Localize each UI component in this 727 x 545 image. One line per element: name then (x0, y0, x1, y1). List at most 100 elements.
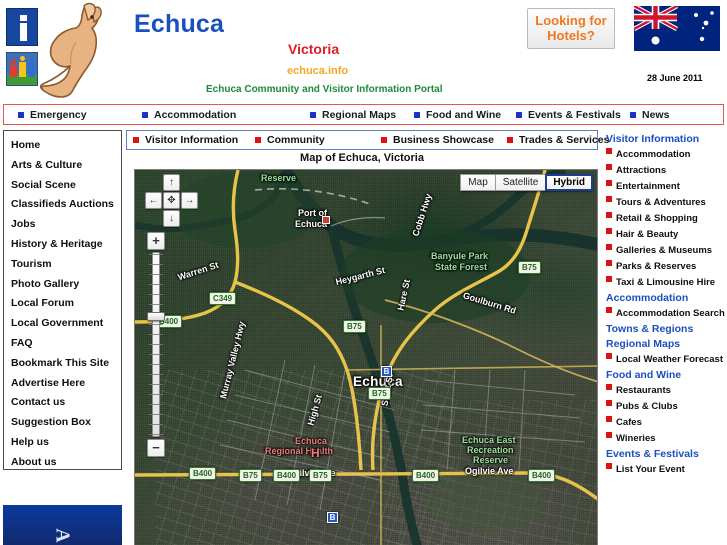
topnav-item-regional-maps[interactable]: Regional Maps (310, 109, 396, 121)
right-sidebar-item-tours-adventures[interactable]: Tours & Adventures (602, 195, 727, 210)
topnav-item-food-and-wine[interactable]: Food and Wine (414, 109, 501, 121)
tab-bullet-icon (507, 137, 513, 143)
page-root: Echuca Victoria echuca.info Echuca Commu… (0, 0, 727, 545)
sidebar-item-contact-us[interactable]: Contact us (11, 393, 121, 413)
right-sidebar-bullet-icon (606, 384, 612, 390)
sidebar-item-about-us[interactable]: About us (11, 453, 121, 473)
right-sidebar-item-label: Galleries & Museums (616, 245, 713, 256)
route-shield: B75 (239, 469, 262, 482)
sidebar-item-jobs[interactable]: Jobs (11, 215, 121, 235)
community-people-icon (6, 52, 38, 86)
right-sidebar-item-label: Accommodation Search (616, 308, 725, 319)
right-sidebar-item-list-your-event[interactable]: List Your Event (602, 462, 727, 477)
tab-label: Trades & Services (519, 134, 610, 146)
topnav-item-label: Regional Maps (322, 108, 397, 121)
sidebar-item-photo-gallery[interactable]: Photo Gallery (11, 275, 121, 295)
right-sidebar-item-hair-beauty[interactable]: Hair & Beauty (602, 227, 727, 242)
map-canvas[interactable]: Reserve Port of Echuca Banyule Park Stat… (134, 169, 598, 545)
sidebar-item-local-forum[interactable]: Local Forum (11, 294, 121, 314)
nav-bullet-icon (310, 111, 316, 118)
right-sidebar-item-label: Entertainment (616, 181, 680, 192)
sidebar-item-advertise-here[interactable]: Advertise Here (11, 374, 121, 394)
map-poi-marker[interactable] (322, 216, 330, 224)
sidebar-item-suggestion-box[interactable]: Suggestion Box (11, 413, 121, 433)
right-sidebar-item-galleries-museums[interactable]: Galleries & Museums (602, 243, 727, 258)
map-type-map[interactable]: Map (460, 174, 496, 191)
right-sidebar-item-retail-shopping[interactable]: Retail & Shopping (602, 211, 727, 226)
right-sidebar-item-accommodation[interactable]: Accommodation (602, 147, 727, 162)
right-sidebar-bullet-icon (606, 276, 612, 282)
topnav-item-label: Events & Festivals (528, 108, 621, 121)
left-sidebar-ad-banner[interactable]: A (3, 505, 122, 545)
right-sidebar-item-label: Retail & Shopping (616, 213, 698, 224)
looking-for-hotels-button[interactable]: Looking for Hotels? (527, 8, 615, 49)
right-sidebar-heading-towns-regions[interactable]: Towns & Regions (606, 322, 727, 336)
sidebar-item-faq[interactable]: FAQ (11, 334, 121, 354)
sidebar-item-tourism[interactable]: Tourism (11, 255, 121, 275)
map-pan-controls: ↑ ← ✥ → ↓ (145, 174, 198, 227)
topnav-item-accommodation[interactable]: Accommodation (142, 109, 236, 121)
route-shield: B400 (412, 469, 440, 482)
right-sidebar-bullet-icon (606, 260, 612, 266)
tab-bullet-icon (381, 137, 387, 143)
right-sidebar-item-pubs-clubs[interactable]: Pubs & Clubs (602, 399, 727, 414)
zoom-slider-handle[interactable] (147, 312, 165, 321)
zoom-in-button[interactable]: + (147, 232, 165, 250)
right-sidebar-item-taxi-limousine-hire[interactable]: Taxi & Limousine Hire (602, 275, 727, 290)
right-sidebar: Visitor Information Accommodation Attracti… (602, 132, 727, 545)
tab-community[interactable]: Community (255, 134, 325, 146)
right-sidebar-heading-food-and-wine[interactable]: Food and Wine (606, 368, 727, 382)
map-type-satellite[interactable]: Satellite (494, 174, 547, 191)
sidebar-item-help-us[interactable]: Help us (11, 433, 121, 453)
right-sidebar-item-accommodation-search[interactable]: Accommodation Search (602, 306, 727, 321)
right-sidebar-heading-accommodation[interactable]: Accommodation (606, 291, 727, 305)
right-sidebar-bullet-icon (606, 463, 612, 469)
center-map-button[interactable]: ✥ (163, 192, 180, 209)
sidebar-item-social-scene[interactable]: Social Scene (11, 176, 121, 196)
nav-bullet-icon (414, 111, 420, 118)
right-sidebar-item-parks-reserves[interactable]: Parks & Reserves (602, 259, 727, 274)
nav-bullet-icon (630, 111, 636, 118)
nav-bullet-icon (142, 111, 148, 118)
pan-up-button[interactable]: ↑ (163, 174, 180, 191)
sidebar-item-classifieds-auctions[interactable]: Classifieds Auctions (11, 195, 121, 215)
sidebar-item-home[interactable]: Home (11, 136, 121, 156)
topnav-item-events-festivals[interactable]: Events & Festivals (516, 109, 621, 121)
tab-business-showcase[interactable]: Business Showcase (381, 134, 494, 146)
content-tab-bar: Visitor Information Community Business Sho… (126, 130, 609, 150)
right-sidebar-item-label: List Your Event (616, 464, 685, 475)
sidebar-item-arts-culture[interactable]: Arts & Culture (11, 156, 121, 176)
map-poi-bus-marker[interactable]: B (381, 366, 392, 377)
information-icon (6, 8, 38, 46)
right-sidebar-item-cafes[interactable]: Cafes (602, 415, 727, 430)
sidebar-item-local-government[interactable]: Local Government (11, 314, 121, 334)
header-date: 28 June 2011 (647, 73, 703, 83)
right-sidebar-item-restaurants[interactable]: Restaurants (602, 383, 727, 398)
zoom-out-button[interactable]: − (147, 439, 165, 457)
right-sidebar-item-label: Hair & Beauty (616, 229, 679, 240)
right-sidebar-heading-regional-maps[interactable]: Regional Maps (606, 337, 727, 351)
right-sidebar-item-local-weather-forecast[interactable]: Local Weather Forecast (602, 352, 727, 367)
pan-left-button[interactable]: ← (145, 192, 162, 209)
tab-trades-services[interactable]: Trades & Services (507, 134, 609, 146)
tab-label: Community (267, 134, 325, 146)
right-sidebar-item-label: Restaurants (616, 385, 671, 396)
site-title[interactable]: Echuca (134, 10, 224, 39)
right-sidebar-bullet-icon (606, 432, 612, 438)
right-sidebar-item-wineries[interactable]: Wineries (602, 431, 727, 446)
sidebar-item-bookmark-this-site[interactable]: Bookmark This Site (11, 354, 121, 374)
sidebar-item-history-heritage[interactable]: History & Heritage (11, 235, 121, 255)
pan-down-button[interactable]: ↓ (163, 210, 180, 227)
route-shield: B400 (273, 469, 301, 482)
zoom-slider-ticks (149, 254, 163, 435)
right-sidebar-heading-visitor-information[interactable]: Visitor Information (606, 132, 727, 146)
topnav-item-emergency[interactable]: Emergency (18, 109, 87, 121)
right-sidebar-item-attractions[interactable]: Attractions (602, 163, 727, 178)
right-sidebar-item-entertainment[interactable]: Entertainment (602, 179, 727, 194)
topnav-item-news[interactable]: News (630, 109, 669, 121)
pan-right-button[interactable]: → (181, 192, 198, 209)
map-poi-bus-marker[interactable]: B (327, 512, 338, 523)
right-sidebar-heading-events-festivals[interactable]: Events & Festivals (606, 447, 727, 461)
tab-visitor-information[interactable]: Visitor Information (133, 134, 238, 146)
map-type-hybrid[interactable]: Hybrid (545, 174, 593, 191)
